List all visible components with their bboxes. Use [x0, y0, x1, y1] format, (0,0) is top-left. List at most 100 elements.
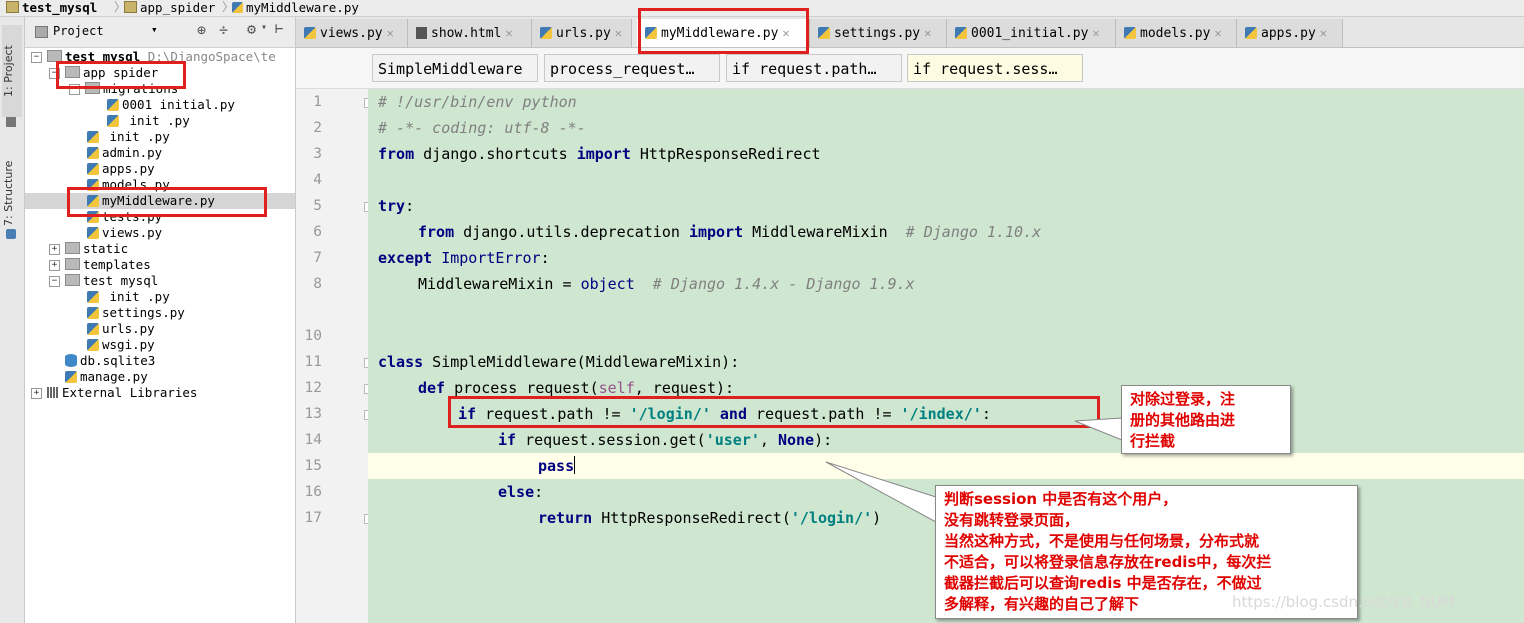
python-file-icon	[1124, 27, 1136, 39]
crumb-class[interactable]: SimpleMiddleware	[372, 54, 538, 82]
tab-apps[interactable]: apps.py ✕	[1237, 19, 1343, 47]
close-icon[interactable]: ✕	[1320, 26, 1327, 40]
close-icon[interactable]: ✕	[924, 26, 931, 40]
line-number: 12	[304, 380, 322, 396]
highlight-box-tab	[638, 8, 809, 54]
line-number: 2	[313, 120, 322, 136]
tree-row-wsgi[interactable]: wsgi.py	[25, 337, 295, 353]
project-view-icon	[35, 26, 48, 38]
expand-icon[interactable]: +	[31, 388, 42, 399]
tab-models[interactable]: models.py ✕	[1116, 19, 1237, 47]
close-icon[interactable]: ✕	[387, 26, 394, 40]
structure-tool-tab[interactable]: 7: Structure	[2, 145, 22, 241]
line-number: 6	[313, 224, 322, 240]
tab-urls[interactable]: urls.py ✕	[532, 19, 632, 47]
project-view-selector[interactable]: Project	[53, 24, 104, 38]
python-file-icon	[87, 307, 99, 319]
code-line: try:	[378, 197, 415, 215]
text-cursor	[574, 456, 576, 474]
line-number: 8	[313, 276, 322, 292]
tree-row-test-mysql-pkg[interactable]: − test mysql	[25, 273, 295, 289]
line-number: 17	[304, 510, 322, 526]
line-number: 3	[313, 146, 322, 162]
tool-window-stripe: 1: Project 7: Structure	[0, 17, 25, 623]
python-file-icon	[87, 323, 99, 335]
breadcrumb-project[interactable]: test_mysql	[6, 0, 97, 16]
code-breadcrumbs: SimpleMiddleware process_request… if req…	[296, 48, 1524, 89]
chevron-down-icon[interactable]: ▾	[151, 23, 158, 36]
gear-menu-chevron-icon[interactable]: ▾	[261, 22, 267, 33]
project-toolbar: Project ▾ ⊕ ÷ ⚙ ▾ ⊢	[25, 17, 295, 48]
crumb-if-path[interactable]: if request.path…	[726, 54, 902, 82]
tab-settings[interactable]: settings.py ✕	[810, 19, 947, 47]
python-file-icon	[87, 147, 99, 159]
python-file-icon	[955, 27, 967, 39]
highlight-box-app-spider	[56, 61, 186, 89]
line-number: 16	[304, 484, 322, 500]
breadcrumb-file[interactable]: myMiddleware.py	[232, 0, 359, 16]
collapse-icon[interactable]: −	[49, 276, 60, 287]
python-file-icon	[65, 371, 77, 383]
folder-icon	[6, 1, 19, 13]
tree-row-manage[interactable]: manage.py	[25, 369, 295, 385]
highlight-box-condition	[448, 396, 1100, 428]
python-file-icon	[87, 339, 99, 351]
code-line: from django.shortcuts import HttpRespons…	[378, 145, 821, 163]
editor-tabs: views.py ✕ show.html ✕ urls.py ✕ myMiddlewa…	[296, 17, 1524, 48]
annotation-callout-route: 对除过登录，注 册的其他路由进 行拦截	[1121, 385, 1291, 454]
python-file-icon	[107, 115, 119, 127]
code-line: MiddlewareMixin = object # Django 1.4.x …	[418, 275, 915, 293]
code-line: except ImportError:	[378, 249, 550, 267]
tree-row-settings[interactable]: settings.py	[25, 305, 295, 321]
crumb-method[interactable]: process_request…	[544, 54, 720, 82]
code-line: return HttpResponseRedirect('/login/')	[538, 509, 882, 527]
breadcrumb-app[interactable]: app_spider	[124, 0, 215, 16]
python-file-icon	[540, 27, 552, 39]
tree-row-admin[interactable]: admin.py	[25, 145, 295, 161]
locate-icon[interactable]: ⊕	[197, 21, 206, 39]
expand-icon[interactable]: +	[49, 260, 60, 271]
tree-row-views[interactable]: views.py	[25, 225, 295, 241]
folder-icon	[124, 1, 137, 13]
tree-row-apps[interactable]: apps.py	[25, 161, 295, 177]
collapse-icon[interactable]: −	[31, 52, 42, 63]
tree-row-static[interactable]: + static	[25, 241, 295, 257]
line-number: 7	[313, 250, 322, 266]
close-icon[interactable]: ✕	[505, 26, 512, 40]
gear-icon[interactable]: ⚙	[247, 20, 256, 38]
line-number: 13	[304, 406, 322, 422]
close-icon[interactable]: ✕	[615, 26, 622, 40]
tree-row-templates[interactable]: + templates	[25, 257, 295, 273]
tab-views[interactable]: views.py ✕	[296, 19, 408, 47]
tree-row-db[interactable]: db.sqlite3	[25, 353, 295, 369]
tree-row-urls[interactable]: urls.py	[25, 321, 295, 337]
code-line: class SimpleMiddleware(MiddlewareMixin):	[378, 353, 740, 371]
tab-initial-migration[interactable]: 0001_initial.py ✕	[947, 19, 1116, 47]
code-line: from django.utils.deprecation import Mid…	[418, 223, 1042, 241]
project-tool-tab[interactable]: 1: Project	[2, 25, 22, 117]
line-number: 1	[313, 94, 322, 110]
close-icon[interactable]: ✕	[1092, 26, 1099, 40]
project-panel: Project ▾ ⊕ ÷ ⚙ ▾ ⊢ − test mysql D:\Djan…	[25, 17, 296, 623]
tree-row-migrations-init[interactable]: init .py	[25, 113, 295, 129]
close-icon[interactable]: ✕	[1214, 26, 1221, 40]
crumb-if-session[interactable]: if request.sess…	[907, 54, 1083, 82]
code-line: pass	[538, 456, 576, 475]
expand-icon[interactable]: +	[49, 244, 60, 255]
structure-tool-icon	[6, 229, 16, 239]
tree-row-app-init[interactable]: init .py	[25, 129, 295, 145]
folder-icon	[65, 242, 80, 254]
project-tool-icon	[6, 117, 16, 127]
tree-row-pkg-init[interactable]: init .py	[25, 289, 295, 305]
tree-row-initial-migration[interactable]: 0001 initial.py	[25, 97, 295, 113]
folder-icon	[65, 258, 80, 270]
line-number: 4	[313, 172, 322, 188]
code-line: # -*- coding: utf-8 -*-	[378, 119, 586, 137]
hide-panel-icon[interactable]: ⊢	[275, 21, 283, 37]
python-file-icon	[87, 163, 99, 175]
collapse-all-icon[interactable]: ÷	[219, 21, 228, 39]
library-icon	[47, 387, 59, 398]
tab-show-html[interactable]: show.html ✕	[408, 19, 532, 47]
tree-row-external-libraries[interactable]: + External Libraries	[25, 385, 295, 401]
line-number: 15	[304, 458, 322, 474]
